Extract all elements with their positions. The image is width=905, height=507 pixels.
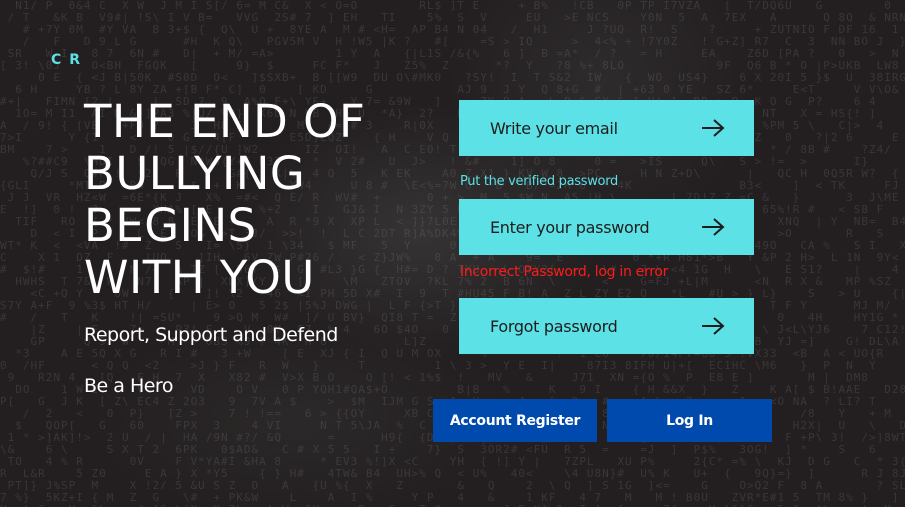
account-register-button[interactable]: Account Register: [433, 399, 597, 442]
hero-headline: THE END OF BULLYING BEGINS WITH YOU: [84, 96, 424, 304]
hero-tagline: Report, Support and Defend: [84, 324, 338, 346]
arrow-right-icon-svg: [702, 119, 725, 137]
hero-cta-text: Be a Hero: [84, 375, 173, 397]
password-field[interactable]: Enter your password: [459, 199, 754, 255]
password-hint: Put the verified password: [460, 174, 618, 189]
headline-line: WITH YOU: [84, 251, 315, 304]
logo: CR: [51, 52, 89, 68]
arrow-right-icon[interactable]: [700, 217, 726, 237]
arrow-right-icon[interactable]: [700, 118, 726, 138]
login-error-message: Incorrect Password, log in error: [460, 264, 669, 280]
email-field-label: Write your email: [490, 118, 618, 138]
forgot-password-button[interactable]: Forgot password: [459, 298, 754, 354]
arrow-right-icon-svg: [702, 218, 725, 236]
headline-line: BULLYING: [84, 147, 306, 200]
password-field-label: Enter your password: [490, 217, 650, 237]
login-button[interactable]: Log In: [607, 399, 772, 442]
arrow-right-icon-svg: [702, 317, 725, 335]
arrow-right-icon[interactable]: [700, 316, 726, 336]
forgot-password-label: Forgot password: [490, 316, 618, 336]
headline-line: BEGINS: [84, 199, 257, 252]
email-field[interactable]: Write your email: [459, 100, 754, 156]
headline-line: THE END OF: [84, 95, 366, 148]
